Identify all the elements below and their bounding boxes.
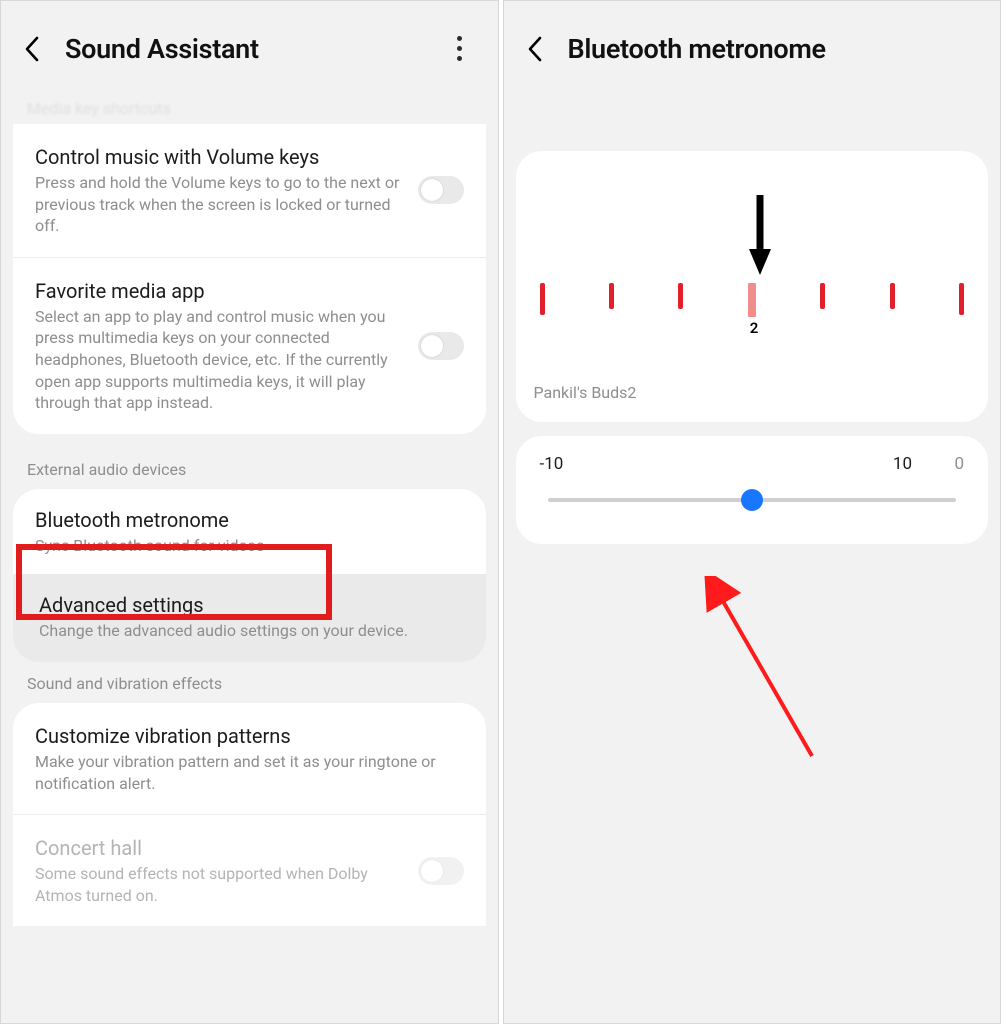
tick-icon (609, 283, 614, 309)
favorite-media-title: Favorite media app (35, 278, 408, 304)
tick-icon (540, 283, 545, 315)
tick-icon (678, 283, 683, 309)
tick-row (534, 283, 971, 317)
customize-vibration-sub: Make your vibration pattern and set it a… (35, 751, 464, 794)
slider-card: -10 10 0 (516, 436, 989, 544)
bluetooth-metronome-row[interactable]: Bluetooth metronome Sync Bluetooth sound… (13, 489, 486, 575)
media-key-group: Control music with Volume keys Press and… (13, 124, 486, 434)
tick-icon (959, 283, 964, 315)
customize-vibration-row[interactable]: Customize vibration patterns Make your v… (13, 703, 486, 814)
back-button[interactable] (512, 25, 560, 73)
annotation-arrow-icon (702, 576, 832, 766)
metronome-card: 2 Pankil's Buds2 (516, 151, 989, 422)
page-title: Bluetooth metronome (568, 33, 826, 65)
chevron-left-icon (23, 35, 43, 63)
page-title: Sound Assistant (65, 33, 259, 65)
sound-vibration-label: Sound and vibration effects (1, 662, 498, 703)
sound-vibration-group: Customize vibration patterns Make your v… (13, 703, 486, 926)
device-name-label: Pankil's Buds2 (534, 383, 971, 402)
chevron-left-icon (526, 35, 546, 63)
slider-max-label: 10 (893, 454, 912, 474)
external-devices-label: External audio devices (1, 448, 498, 489)
tick-icon (890, 283, 895, 309)
advanced-settings-sub: Change the advanced audio settings on yo… (39, 620, 460, 642)
control-music-toggle[interactable] (418, 176, 464, 204)
control-music-title: Control music with Volume keys (35, 144, 408, 170)
control-music-row[interactable]: Control music with Volume keys Press and… (13, 124, 486, 257)
slider-thumb[interactable] (741, 489, 763, 511)
slider-value-label: 0 (934, 454, 964, 474)
right-screen: Bluetooth metronome (503, 0, 1001, 1024)
more-button[interactable] (440, 29, 480, 69)
tick-icon (820, 283, 825, 309)
slider-min-label: -10 (540, 454, 564, 474)
concert-hall-sub: Some sound effects not supported when Do… (35, 863, 408, 906)
header: Sound Assistant (1, 1, 498, 96)
customize-vibration-title: Customize vibration patterns (35, 723, 464, 749)
bluetooth-metronome-sub: Sync Bluetooth sound for videos (35, 535, 464, 557)
back-button[interactable] (9, 25, 57, 73)
concert-hall-toggle[interactable] (418, 857, 464, 885)
cutoff-section-label: Media key shortcuts (1, 99, 498, 124)
indicator-value: 2 (750, 319, 759, 337)
advanced-settings-row[interactable]: Advanced settings Change the advanced au… (13, 574, 486, 662)
sync-slider[interactable] (548, 490, 957, 510)
concert-hall-row[interactable]: Concert hall Some sound effects not supp… (13, 814, 486, 926)
indicator-arrow-icon (746, 193, 774, 277)
metronome-visual: 2 (534, 179, 971, 379)
tick-center-icon (748, 283, 756, 317)
control-music-sub: Press and hold the Volume keys to go to … (35, 172, 408, 237)
favorite-media-toggle[interactable] (418, 332, 464, 360)
concert-hall-title: Concert hall (35, 835, 408, 861)
left-screen: Sound Assistant Media key shortcuts Cont… (0, 0, 499, 1024)
advanced-settings-title: Advanced settings (39, 592, 460, 618)
header: Bluetooth metronome (504, 1, 1001, 96)
favorite-media-sub: Select an app to play and control music … (35, 306, 408, 414)
bluetooth-metronome-title: Bluetooth metronome (35, 507, 464, 533)
external-devices-group: Bluetooth metronome Sync Bluetooth sound… (13, 489, 486, 575)
more-vertical-icon (457, 36, 462, 61)
favorite-media-row[interactable]: Favorite media app Select an app to play… (13, 257, 486, 434)
